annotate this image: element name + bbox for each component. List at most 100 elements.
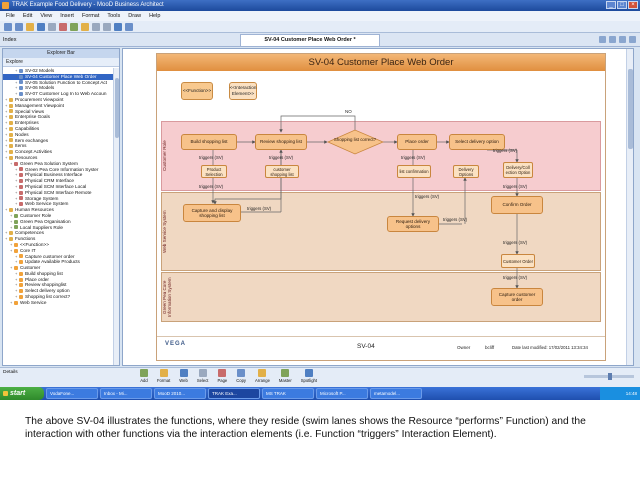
function-request-delivery-options[interactable]: Request delivery options [387, 216, 439, 232]
undo-icon[interactable] [92, 23, 100, 31]
maximize-button[interactable]: □ [617, 1, 627, 9]
copy-icon[interactable] [70, 23, 78, 31]
window-title-bar: TRAK Example Food Delivery - MooD Busine… [0, 0, 640, 11]
help-icon[interactable] [125, 23, 133, 31]
copy-icon [237, 369, 246, 377]
scrollbar-thumb[interactable] [115, 78, 119, 138]
tool-page[interactable]: Page [217, 369, 227, 383]
interaction-delivery-collection-option[interactable]: Delivery/Coll ection Option [503, 162, 533, 178]
tree-node-icon [14, 248, 18, 253]
task-button[interactable]: MooD 2010... [154, 388, 206, 399]
scrollbar-thumb[interactable] [628, 69, 633, 149]
tree-node-icon [14, 225, 18, 230]
task-button[interactable]: Microsoft P... [316, 388, 368, 399]
tool-add[interactable]: Add [140, 369, 148, 383]
print-icon[interactable] [48, 23, 56, 31]
menu-help[interactable]: Help [149, 11, 160, 21]
interaction-customer-shopping-list[interactable]: customer shopping list [265, 165, 299, 178]
tool-label: Arrange [255, 378, 270, 383]
menu-insert[interactable]: Insert [60, 11, 74, 21]
function-confirm-order[interactable]: Confirm Order [491, 196, 543, 214]
tree-node-icon [9, 121, 13, 126]
tree-node-icon [9, 208, 13, 213]
index-tab[interactable]: Index [3, 35, 16, 45]
interaction-product-selection[interactable]: Product Selection [201, 165, 227, 178]
tree-node-icon [9, 155, 13, 160]
canvas-scrollbar[interactable] [626, 49, 633, 365]
tool-arrange[interactable]: Arrange [255, 369, 270, 383]
forward-icon[interactable] [15, 23, 23, 31]
tree-node-icon [19, 254, 23, 259]
explorer-scrollbar[interactable] [113, 68, 119, 365]
close-button[interactable]: × [628, 1, 638, 9]
decision-label[interactable]: Shopping list correct? [333, 137, 377, 142]
triggers-label: triggers (SV) [503, 184, 528, 189]
function-build-shopping-list[interactable]: Build shopping list [181, 134, 237, 150]
function-capture-display-shopping-list[interactable]: Capture and display shopping list [183, 204, 241, 222]
zoom-icon[interactable] [599, 36, 606, 43]
task-button[interactable]: VodaFone... [46, 388, 98, 399]
footer-owner-label: Owner [457, 345, 471, 350]
open-folder-icon[interactable] [26, 23, 34, 31]
tool-select[interactable]: Select [197, 369, 208, 383]
document-tab[interactable]: SV-04 Customer Place Web Order * [240, 34, 380, 46]
tree-node-icon [19, 68, 23, 73]
task-button-active[interactable]: TRAK Exa... [208, 388, 260, 399]
function-place-order[interactable]: Place order [397, 134, 437, 150]
triggers-label: triggers (SV) [247, 206, 272, 211]
back-icon[interactable] [4, 23, 12, 31]
tool-spotlight[interactable]: Spotlight [301, 369, 317, 383]
interaction-customer-order[interactable]: Customer Order [501, 254, 535, 268]
function-capture-customer-order[interactable]: Capture customer order [491, 288, 543, 306]
minimize-button[interactable]: _ [606, 1, 616, 9]
tree-node-icon [9, 109, 13, 114]
tree-item[interactable]: + Web Service [3, 300, 115, 306]
triggers-label: triggers (SV) [493, 148, 518, 153]
menu-format[interactable]: Format [82, 11, 99, 21]
save-icon[interactable] [37, 23, 45, 31]
zoom-slider[interactable] [584, 373, 634, 380]
explorer-panel: Explorer Bar Explore + SV-02 Models + SV-04… [2, 48, 120, 366]
spotlight-icon [304, 369, 313, 377]
slide-caption: The above SV-04 illustrates the function… [25, 416, 586, 440]
tool-copy[interactable]: Copy [236, 369, 246, 383]
tree-node-icon [14, 161, 18, 166]
tool-master[interactable]: Master [279, 369, 292, 383]
triggers-label: triggers (SV) [199, 155, 224, 160]
function-review-shopping-list[interactable]: Review shopping list [255, 134, 307, 150]
decision-diamond [327, 129, 385, 155]
tree-node-icon [9, 231, 13, 236]
menu-tools[interactable]: Tools [107, 11, 120, 21]
windows-taskbar: start VodaFone... Inbox - Mi... MooD 201… [0, 387, 640, 400]
grid-icon[interactable] [609, 36, 616, 43]
menu-edit[interactable]: Edit [23, 11, 32, 21]
footer-owner-value: bcliff [485, 345, 495, 350]
settings-icon[interactable] [629, 36, 636, 43]
interaction-list-confirmation[interactable]: list confirmation [397, 165, 431, 178]
no-label: NO [345, 109, 352, 114]
paste-icon[interactable] [81, 23, 89, 31]
task-button[interactable]: MS TRAK [262, 388, 314, 399]
tool-format[interactable]: Format [157, 369, 170, 383]
tool-web[interactable]: Web [179, 369, 188, 383]
zoom-slider-handle[interactable] [608, 373, 612, 380]
menu-file[interactable]: File [6, 11, 15, 21]
taskbar-tasks: VodaFone... Inbox - Mi... MooD 2010... T… [46, 388, 422, 399]
cut-icon[interactable] [59, 23, 67, 31]
tool-label: Master [278, 378, 292, 383]
start-button[interactable]: start [0, 387, 44, 400]
explorer-label: Explore [3, 58, 119, 67]
tree-node-icon [19, 92, 23, 97]
diagram-canvas[interactable]: SV-04 Customer Place Web Order <<Functio… [122, 48, 634, 366]
task-button[interactable]: metamodel... [370, 388, 422, 399]
triggers-label: triggers (SV) [415, 194, 440, 199]
search-icon[interactable] [114, 23, 122, 31]
layout-icon[interactable] [619, 36, 626, 43]
menu-view[interactable]: View [40, 11, 52, 21]
interaction-delivery-options[interactable]: Delivery Options [453, 165, 479, 178]
sv04-diagram: SV-04 Customer Place Web Order <<Functio… [156, 53, 606, 361]
task-button[interactable]: Inbox - Mi... [100, 388, 152, 399]
tree-node-icon [9, 144, 13, 149]
menu-draw[interactable]: Draw [128, 11, 141, 21]
redo-icon[interactable] [103, 23, 111, 31]
